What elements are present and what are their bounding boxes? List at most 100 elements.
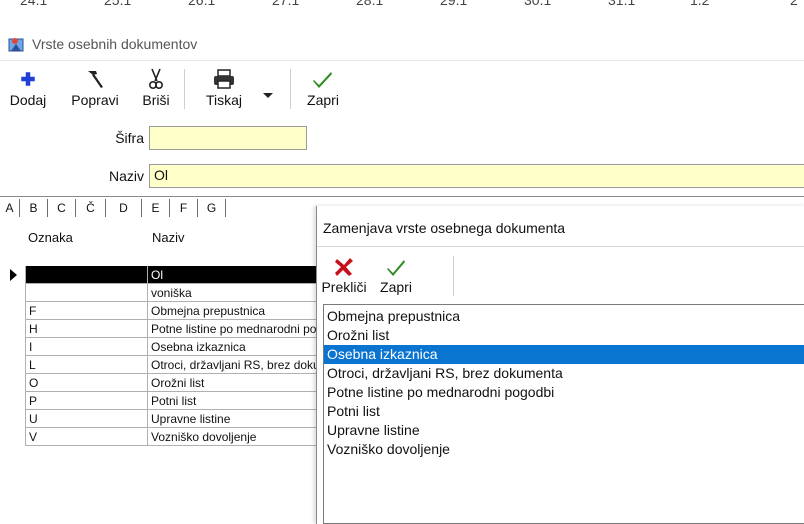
row-indicator [8, 302, 26, 320]
cell-name[interactable]: Potni list [148, 392, 320, 410]
list-item[interactable]: Vozniško dovoljenje [324, 440, 804, 459]
cell-code[interactable]: P [26, 392, 148, 410]
hammer-icon [83, 67, 107, 91]
window-title-bar[interactable]: Vrste osebnih dokumentov [0, 28, 804, 60]
document-type-list[interactable]: Obmejna prepustnica Orožni list Osebna izk… [323, 304, 804, 524]
print-button-label: Tiskaj [205, 92, 243, 108]
cell-name[interactable]: Potne listine po mednarodni pogodbi [148, 320, 320, 338]
ruler-tick: 26.1 [188, 0, 216, 8]
table-row[interactable]: voniška [0, 284, 320, 302]
list-item[interactable]: Osebna izkaznica [324, 345, 804, 364]
row-indicator [8, 356, 26, 374]
tab-letter-d[interactable]: D [106, 199, 142, 217]
cell-name[interactable]: Otroci, državljani RS, brez dokumenta [148, 356, 320, 374]
chevron-down-icon [263, 93, 273, 98]
scissors-icon [144, 67, 168, 91]
table-row[interactable]: U Upravne listine [0, 410, 320, 428]
toolbar-separator [290, 69, 291, 109]
window-title: Vrste osebnih dokumentov [32, 36, 198, 52]
code-field[interactable] [149, 126, 307, 150]
cancel-button[interactable]: Prekliči [319, 250, 369, 300]
cell-code[interactable]: V [26, 428, 148, 446]
list-item[interactable]: Orožni list [324, 326, 804, 345]
close-button[interactable]: Zapri [298, 61, 348, 117]
column-header-name[interactable]: Naziv [148, 218, 308, 266]
toolbar: Dodaj Popravi Briši Tiskaj Zapri [0, 60, 804, 117]
cell-name[interactable]: Ol [148, 266, 320, 284]
cell-code[interactable]: F [26, 302, 148, 320]
dialog-title: Zamenjava vrste osebnega dokumenta [323, 220, 566, 236]
cell-code[interactable]: L [26, 356, 148, 374]
tab-letter-c[interactable]: C [48, 199, 76, 217]
dialog-close-button-label: Zapri [380, 279, 412, 295]
cell-name[interactable]: Vozniško dovoljenje [148, 428, 320, 446]
list-item[interactable]: Potni list [324, 402, 804, 421]
dialog-divider [317, 246, 804, 247]
checkmark-icon [311, 67, 335, 91]
row-indicator [8, 428, 26, 446]
name-field[interactable]: Ol [149, 164, 804, 188]
cell-code[interactable] [26, 284, 148, 302]
list-item[interactable]: Upravne listine [324, 421, 804, 440]
row-indicator [8, 284, 26, 302]
printer-icon [212, 67, 236, 91]
column-header-code[interactable]: Oznaka [24, 218, 146, 266]
ruler-tick: 27.1 [272, 0, 300, 8]
table-row[interactable]: V Vozniško dovoljenje [0, 428, 320, 446]
ruler-tick: 2 [790, 0, 798, 8]
table-row[interactable]: P Potni list [0, 392, 320, 410]
list-item[interactable]: Otroci, državljani RS, brez dokumenta [324, 364, 804, 383]
add-button-label: Dodaj [9, 92, 47, 108]
ruler-tick: 1.2 [690, 0, 710, 8]
print-button[interactable]: Tiskaj [194, 61, 254, 117]
close-button-label: Zapri [307, 92, 339, 108]
toolbar-separator [184, 69, 185, 109]
ruler-tick: 29.1 [440, 0, 468, 8]
tab-letter-a[interactable]: A [0, 199, 20, 217]
tab-letter-b[interactable]: B [20, 199, 48, 217]
table-row[interactable]: I Osebna izkaznica [0, 338, 320, 356]
cell-name[interactable]: Orožni list [148, 374, 320, 392]
cell-code[interactable]: H [26, 320, 148, 338]
table-row[interactable]: F Obmejna prepustnica [0, 302, 320, 320]
delete-button[interactable]: Briši [134, 61, 178, 117]
edit-button[interactable]: Popravi [62, 61, 128, 117]
checkmark-icon [385, 256, 407, 278]
cell-code[interactable]: I [26, 338, 148, 356]
x-icon [333, 256, 355, 278]
ruler-tick: 25.1 [104, 0, 132, 8]
ruler-tick: 24.1 [20, 0, 48, 8]
tab-letter-c-caron[interactable]: Č [76, 199, 106, 217]
row-indicator [8, 374, 26, 392]
print-dropdown-button[interactable] [254, 61, 280, 117]
dialog-close-button[interactable]: Zapri [371, 250, 421, 300]
delete-button-label: Briši [142, 92, 170, 108]
code-label: Šifra [115, 130, 144, 146]
tab-letter-g[interactable]: G [198, 199, 226, 217]
cell-code[interactable]: O [26, 374, 148, 392]
app-icon [8, 35, 26, 53]
ruler-tick: 31.1 [608, 0, 636, 8]
table-row[interactable]: LOtroci, državljani RS, brez dokumenta [0, 356, 320, 374]
plus-icon [16, 67, 40, 91]
row-indicator [8, 410, 26, 428]
ruler-tick: 30.1 [524, 0, 552, 8]
cancel-button-label: Prekliči [321, 279, 367, 295]
cell-name[interactable]: Obmejna prepustnica [148, 302, 320, 320]
documents-grid[interactable]: Oznaka Naziv Ol voniška F Obmejna prepustni… [0, 218, 320, 524]
table-row[interactable]: HPotne listine po mednarodni pogodbi [0, 320, 320, 338]
list-item[interactable]: Potne listine po mednarodni pogodbi [324, 383, 804, 402]
table-row[interactable]: Ol [0, 266, 320, 284]
cell-name[interactable]: Upravne listine [148, 410, 320, 428]
cell-code[interactable]: U [26, 410, 148, 428]
tab-letter-e[interactable]: E [142, 199, 170, 217]
add-button[interactable]: Dodaj [0, 61, 56, 117]
list-item[interactable]: Obmejna prepustnica [324, 307, 804, 326]
table-row[interactable]: O Orožni list [0, 374, 320, 392]
row-indicator [8, 338, 26, 356]
row-pointer-icon [10, 269, 17, 281]
cell-name[interactable]: Osebna izkaznica [148, 338, 320, 356]
cell-code[interactable] [26, 266, 148, 284]
cell-name[interactable]: voniška [148, 284, 320, 302]
tab-letter-f[interactable]: F [170, 199, 198, 217]
